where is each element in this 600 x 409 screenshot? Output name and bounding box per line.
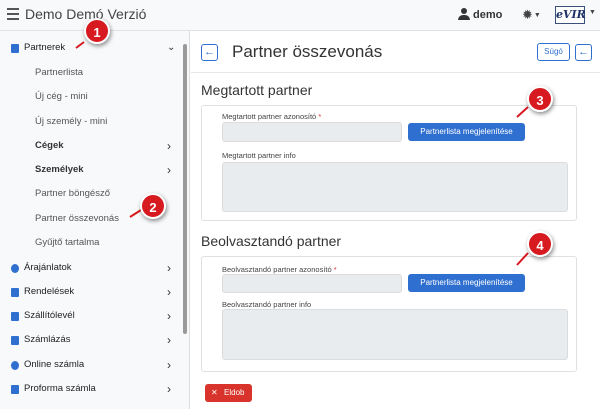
sidebar-item-label: Online számla (24, 359, 85, 370)
sidebar-subitem-partner-list[interactable]: Partnerlista (35, 61, 180, 85)
merged-partner-id-label: Beolvasztandó partner azonosító * (222, 265, 337, 274)
contact-card-icon (11, 44, 19, 53)
brand-logo[interactable]: eVIR (555, 6, 586, 24)
chevron-down-icon: ⌄ (167, 42, 176, 53)
proforma-icon (11, 385, 19, 394)
sidebar-item-delivery-note[interactable]: Szállítólevél › (0, 304, 182, 328)
sidebar-subitem-new-person[interactable]: Új személy - mini (35, 110, 180, 134)
kept-partner-info-label: Megtartott partner info (222, 151, 296, 160)
gear-icon: ✹ (522, 7, 533, 22)
price-quote-icon (11, 264, 19, 273)
chevron-down-icon[interactable]: ▼ (589, 9, 596, 16)
help-button[interactable]: Súgó (537, 43, 570, 61)
chevron-right-icon: › (167, 285, 171, 299)
app-title: Demo Demó Verzió (25, 6, 147, 22)
merged-partner-list-button[interactable]: Partnerlista megjelenítése (408, 274, 525, 292)
chevron-right-icon: › (167, 309, 171, 323)
orders-icon (11, 288, 19, 297)
sidebar-item-label: Számlázás (24, 334, 71, 345)
sidebar-subitem-persons[interactable]: Személyek › (35, 158, 180, 182)
sidebar-item-price-quotes[interactable]: Árajánlatok › (0, 256, 182, 280)
sidebar-item-label: Proforma számla (24, 383, 96, 394)
kept-partner-id-input[interactable] (222, 122, 402, 142)
sidebar-item-label: Árajánlatok (24, 262, 72, 273)
sidebar-item-invoicing[interactable]: Számlázás › (0, 328, 182, 352)
callout-2: 2 (140, 193, 166, 219)
delivery-note-icon (11, 312, 19, 321)
merged-partner-info-box (222, 309, 568, 360)
kept-partner-info-box (222, 162, 568, 212)
chevron-right-icon: › (167, 139, 171, 153)
sidebar-subitem-new-company[interactable]: Új cég - mini (35, 85, 180, 109)
hamburger-menu-icon[interactable] (7, 8, 19, 22)
user-name: demo (473, 9, 503, 21)
merged-partner-card: Beolvasztandó partner azonosító * Partne… (201, 256, 577, 372)
kept-partner-title: Megtartott partner (201, 82, 313, 98)
sidebar-subitem-label: Cégek (35, 140, 64, 151)
kept-partner-list-button[interactable]: Partnerlista megjelenítése (408, 123, 525, 141)
callout-1: 1 (84, 18, 110, 44)
merged-partner-title: Beolvasztandó partner (201, 233, 342, 249)
page-header: ← Partner összevonás Súgó ← (191, 31, 600, 73)
page-title: Partner összevonás (232, 42, 383, 61)
sidebar-subitem-companies[interactable]: Cégek › (35, 134, 180, 158)
sidebar-item-proforma[interactable]: Proforma számla › (0, 377, 182, 401)
back-button[interactable]: ← (201, 44, 218, 61)
sidebar-subitem-collector[interactable]: Gyűjtő tartalma (35, 231, 180, 255)
chevron-down-icon: ▼ (533, 12, 541, 19)
sidebar-item-label: Partnerek (24, 42, 66, 53)
callout-3: 3 (527, 86, 553, 112)
globe-icon (11, 361, 19, 370)
sidebar-scrollbar[interactable] (183, 44, 187, 334)
merged-partner-info-label: Beolvasztandó partner info (222, 300, 312, 309)
sidebar-item-orders[interactable]: Rendelések › (0, 280, 182, 304)
callout-4: 4 (527, 231, 553, 257)
close-icon: ✕ (211, 388, 218, 397)
chevron-right-icon: › (167, 333, 171, 347)
arrow-left-icon: ← (578, 46, 589, 58)
user-menu[interactable]: demo (458, 8, 502, 21)
arrow-left-icon: ← (204, 46, 215, 58)
user-icon (458, 8, 470, 20)
kept-partner-card: Megtartott partner azonosító * Partnerli… (201, 105, 577, 221)
back-button-right[interactable]: ← (575, 44, 592, 61)
sidebar: Partnerek ⌄ Partnerlista Új cég - mini Ú… (0, 31, 190, 409)
merged-partner-id-input[interactable] (222, 274, 402, 293)
chevron-right-icon: › (167, 163, 171, 177)
kept-partner-id-label: Megtartott partner azonosító * (222, 112, 322, 121)
sidebar-item-label: Szállítólevél (24, 310, 75, 321)
discard-button[interactable]: ✕ Eldob (205, 384, 252, 402)
sidebar-item-online-invoice[interactable]: Online számla › (0, 353, 182, 377)
chevron-right-icon: › (167, 358, 171, 372)
sidebar-item-label: Rendelések (24, 286, 75, 297)
discard-label: Eldob (224, 388, 245, 397)
chevron-right-icon: › (167, 261, 171, 275)
settings-menu[interactable]: ✹▼ (522, 7, 541, 23)
chevron-right-icon: › (167, 382, 171, 396)
sidebar-subitem-label: Személyek (35, 164, 84, 175)
invoicing-icon (11, 336, 19, 345)
